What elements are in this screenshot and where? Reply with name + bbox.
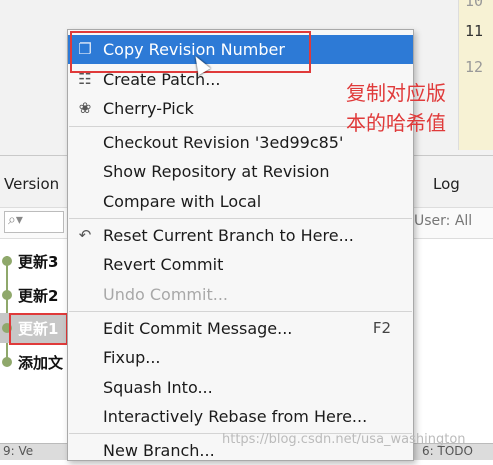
search-icon[interactable]: ⌕▾ bbox=[8, 212, 23, 228]
menu-item-label: Interactively Rebase from Here... bbox=[103, 407, 368, 426]
menu-separator bbox=[69, 218, 412, 219]
menu-item-reset-branch[interactable]: ↶ Reset Current Branch to Here... bbox=[68, 221, 413, 250]
annotation-line: 本的哈希值 bbox=[346, 111, 446, 135]
tab-version-control[interactable]: Version bbox=[4, 175, 59, 193]
selected-commit-highlight-box bbox=[9, 313, 68, 345]
menu-item-label: Compare with Local bbox=[103, 192, 262, 211]
line-number-gutter: 10 11 12 bbox=[458, 0, 493, 150]
status-version-control[interactable]: 9: Ve bbox=[3, 444, 33, 458]
annotation-text: 复制对应版 本的哈希值 bbox=[346, 78, 446, 138]
menu-item-squash-into[interactable]: Squash Into... bbox=[68, 373, 413, 402]
menu-item-revert-commit[interactable]: Revert Commit bbox=[68, 250, 413, 279]
menu-item-interactive-rebase[interactable]: Interactively Rebase from Here... bbox=[68, 402, 413, 431]
undo-icon: ↶ bbox=[78, 226, 92, 244]
menu-item-label: Undo Commit... bbox=[103, 285, 228, 304]
user-filter-dropdown[interactable]: User: All bbox=[414, 213, 472, 229]
menu-item-label: Squash Into... bbox=[103, 378, 213, 397]
commit-node bbox=[2, 357, 12, 367]
commit-node bbox=[2, 290, 12, 300]
line-number: 12 bbox=[465, 58, 484, 76]
copy-revision-highlight-box bbox=[70, 31, 311, 73]
cherry-icon: ❀ bbox=[78, 99, 92, 117]
tab-log[interactable]: Log bbox=[433, 175, 460, 193]
menu-item-fixup[interactable]: Fixup... bbox=[68, 343, 413, 372]
line-number: 11 bbox=[465, 22, 484, 40]
commit-message: 更新3 bbox=[18, 253, 59, 271]
menu-item-label: Edit Commit Message... bbox=[103, 319, 293, 338]
annotation-line: 复制对应版 bbox=[346, 81, 446, 105]
menu-item-edit-commit-message[interactable]: Edit Commit Message... F2 bbox=[68, 314, 413, 343]
menu-item-label: Cherry-Pick bbox=[103, 99, 194, 118]
commit-message: 添加文 bbox=[18, 354, 64, 372]
menu-item-label: Checkout Revision '3ed99c85' bbox=[103, 133, 344, 152]
menu-item-label: Show Repository at Revision bbox=[103, 162, 330, 181]
line-number: 10 bbox=[465, 0, 484, 10]
menu-item-label: New Branch... bbox=[103, 441, 215, 460]
menu-item-shortcut: F2 bbox=[372, 319, 391, 337]
watermark: https://blog.csdn.net/usa_washington bbox=[222, 432, 466, 447]
menu-item-compare-with-local[interactable]: Compare with Local bbox=[68, 187, 413, 216]
menu-item-show-repository[interactable]: Show Repository at Revision bbox=[68, 157, 413, 186]
menu-item-label: Fixup... bbox=[103, 348, 161, 367]
menu-separator bbox=[69, 311, 412, 312]
commit-message: 更新2 bbox=[18, 287, 59, 305]
menu-item-label: Reset Current Branch to Here... bbox=[103, 226, 354, 245]
menu-item-label: Revert Commit bbox=[103, 255, 224, 274]
commit-node bbox=[2, 256, 12, 266]
menu-item-undo-commit: Undo Commit... bbox=[68, 280, 413, 309]
